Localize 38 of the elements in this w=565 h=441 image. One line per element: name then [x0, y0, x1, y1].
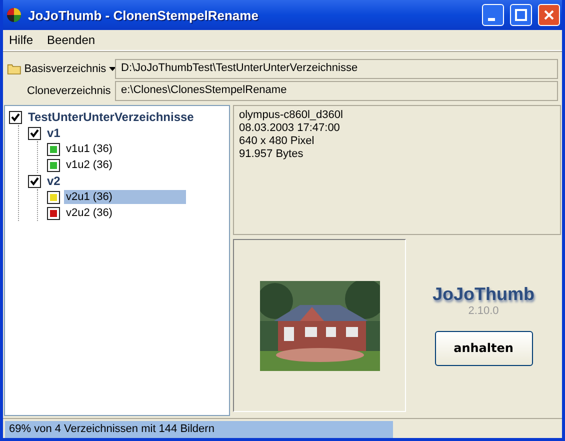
- tree-item[interactable]: v1u2 (36): [64, 158, 114, 172]
- tree-item[interactable]: v2u2 (36): [64, 206, 114, 220]
- stop-button[interactable]: anhalten: [434, 330, 532, 366]
- checkbox[interactable]: [28, 126, 41, 140]
- maximize-button[interactable]: [510, 4, 532, 26]
- tree-item[interactable]: TestUnterUnterVerzeichnisse: [26, 109, 196, 125]
- logo-text: JoJoThumb: [432, 284, 534, 304]
- info-line: 08.03.2003 17:47:00: [239, 122, 341, 135]
- checkbox[interactable]: [9, 110, 22, 124]
- status-icon: [47, 190, 60, 204]
- caret-icon[interactable]: [109, 67, 115, 71]
- close-button[interactable]: [538, 4, 560, 26]
- status-text: 69% von 4 Verzeichnissen mit 144 Bildern: [9, 423, 214, 435]
- minimize-icon: [488, 18, 494, 20]
- status-icon: [47, 158, 60, 172]
- version-text: 2.10.0: [468, 304, 499, 316]
- menu-item[interactable]: Hilfe: [9, 33, 34, 47]
- maximize-icon: [515, 9, 527, 21]
- info-line: 91.957 Bytes: [239, 148, 304, 161]
- tree-item[interactable]: v1: [45, 125, 62, 141]
- tree-item[interactable]: v2: [45, 173, 62, 189]
- status-icon: [47, 206, 60, 220]
- folder-icon: [7, 62, 22, 76]
- tree-item[interactable]: v2u1 (36): [64, 190, 186, 204]
- status-icon: [47, 142, 60, 156]
- minimize-button[interactable]: [482, 4, 504, 26]
- path-label: Cloneverzeichnis: [27, 85, 111, 97]
- path-field[interactable]: D:\JoJoThumbTest\TestUnterUnterVerzeichnisse: [115, 59, 558, 79]
- menu-item[interactable]: Beenden: [47, 33, 96, 47]
- checkbox[interactable]: [28, 174, 41, 188]
- window-title: JoJoThumb - ClonenStempelRename: [28, 8, 260, 22]
- path-field[interactable]: e:\Clones\ClonesStempelRename: [115, 81, 558, 101]
- info-line: olympus-c860l_d360l: [239, 109, 344, 122]
- info-line: 640 x 480 Pixel: [239, 135, 316, 148]
- close-icon: [543, 9, 555, 21]
- tree-item[interactable]: v1u1 (36): [64, 142, 114, 156]
- path-label[interactable]: Basisverzeichnis: [24, 63, 106, 75]
- app-icon: [6, 7, 22, 23]
